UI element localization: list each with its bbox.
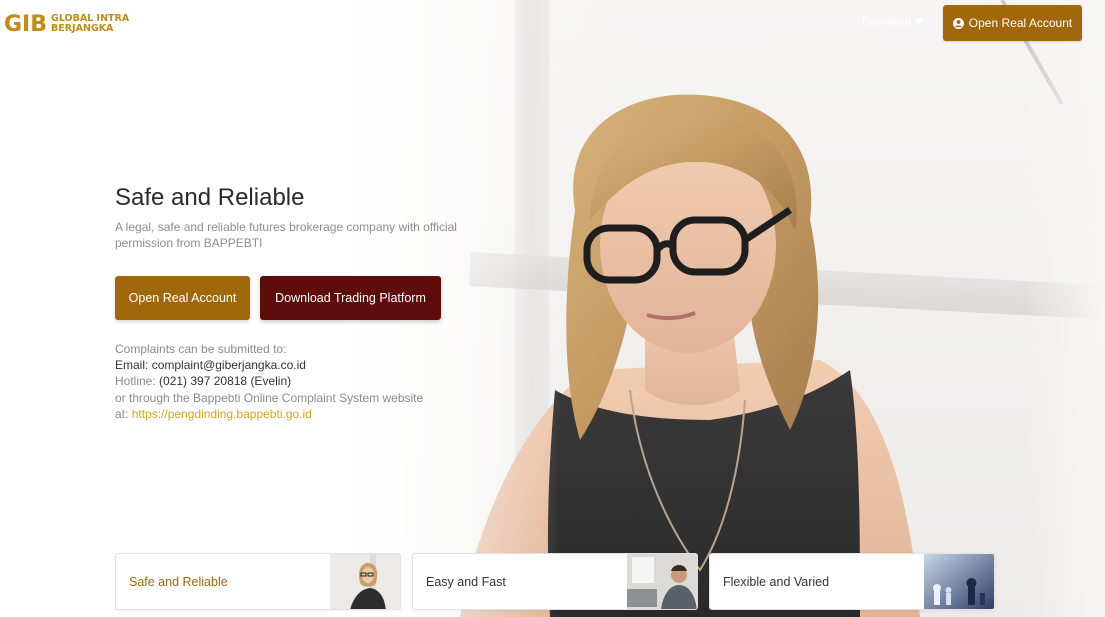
complaints-bappebti-text: or through the Bappebti Online Complaint… [115, 390, 424, 405]
background-wall [1025, 0, 1105, 617]
feature-card-easy-fast[interactable]: Easy and Fast [412, 553, 698, 610]
feature-card-safe-reliable[interactable]: Safe and Reliable [115, 553, 401, 610]
complaints-email[interactable]: complaint@giberjangka.co.id [152, 358, 306, 372]
email-label: Email: [115, 358, 149, 373]
chevron-down-icon [914, 19, 923, 24]
complaints-intro: Complaints can be submitted to: [115, 342, 287, 356]
complaints-hotline: (021) 397 20818 (Evelin) [159, 374, 292, 389]
logo-line-2: BERJANGKA [51, 23, 114, 34]
hero-title: Safe and Reliable [115, 184, 305, 211]
bappebti-link[interactable]: https://pengdinding.bappebti.go.id [132, 407, 312, 421]
feature-card-thumbnail [924, 554, 994, 609]
complaints-url-row: at: https://pengdinding.bappebti.go.id [115, 406, 445, 422]
feature-card-label: Safe and Reliable [129, 574, 228, 589]
open-real-account-button[interactable]: Open Real Account [115, 276, 250, 320]
nav-download-dropdown[interactable]: Download [862, 16, 923, 28]
feature-card-flexible-varied[interactable]: Flexible and Varied [709, 553, 995, 610]
at-label: at: [115, 406, 129, 421]
hotline-label: Hotline: [115, 374, 156, 389]
feature-card-label: Easy and Fast [426, 574, 506, 589]
nav-download-label: Download [862, 16, 911, 28]
feature-card-thumbnail [627, 554, 697, 609]
download-trading-platform-button[interactable]: Download Trading Platform [260, 276, 441, 320]
brand-logo[interactable]: GIB GLOBAL INTRA BERJANGKA [4, 10, 129, 38]
header-open-account-button[interactable]: Open Real Account [943, 5, 1082, 41]
logo-mark: GIB [4, 11, 48, 37]
hero-description: A legal, safe and reliable futures broke… [115, 220, 457, 250]
feature-card-thumbnail [330, 554, 400, 609]
complaints-info: Complaints can be submitted to: Email: c… [115, 341, 445, 422]
logo-text: GLOBAL INTRA BERJANGKA [51, 14, 129, 34]
complaints-email-row: Email: complaint@giberjangka.co.id [115, 357, 445, 373]
feature-card-label: Flexible and Varied [723, 574, 830, 589]
header-open-account-label: Open Real Account [968, 16, 1073, 30]
complaints-hotline-row: Hotline: (021) 397 20818 (Evelin) [115, 373, 445, 389]
user-circle-icon [952, 17, 964, 29]
